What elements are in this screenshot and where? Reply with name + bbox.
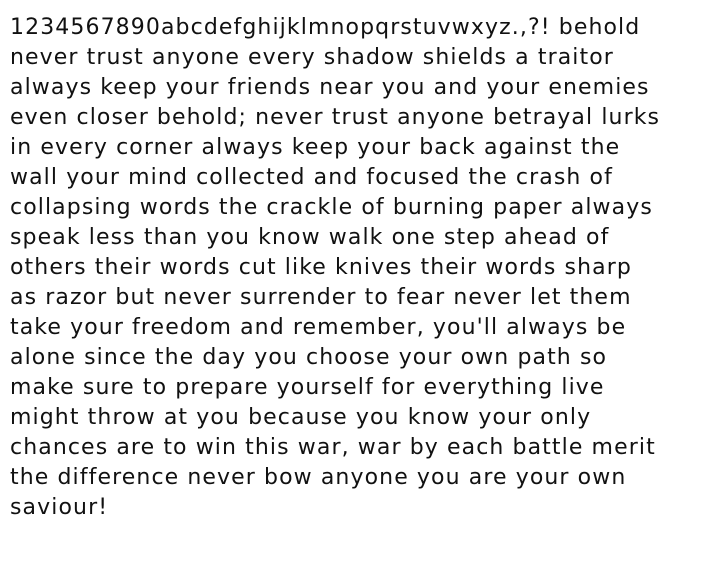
text-line: take your freedom and remember, you'll a…	[10, 315, 627, 340]
text-line: collapsing words the crackle of burning …	[10, 195, 653, 220]
text-line: always keep your friends near you and yo…	[10, 75, 650, 100]
text-line: 1234567890abcdefghijklmnopqrstuvwxyz.,?!…	[10, 15, 641, 40]
text-line: the difference never bow anyone you are …	[10, 465, 627, 490]
text-line: others their words cut like knives their…	[10, 255, 632, 280]
text-block: 1234567890abcdefghijklmnopqrstuvwxyz.,?!…	[10, 13, 722, 523]
text-line: alone since the day you choose your own …	[10, 345, 608, 370]
text-line: never trust anyone every shadow shields …	[10, 45, 614, 70]
text-line: saviour!	[10, 495, 109, 520]
text-line: even closer behold; never trust anyone b…	[10, 105, 661, 130]
text-line: in every corner always keep your back ag…	[10, 135, 621, 160]
text-line: as razor but never surrender to fear nev…	[10, 285, 632, 310]
text-line: speak less than you know walk one step a…	[10, 225, 610, 250]
text-line: might throw at you because you know your…	[10, 405, 592, 430]
text-line: make sure to prepare yourself for everyt…	[10, 375, 605, 400]
text-line: wall your mind collected and focused the…	[10, 165, 613, 190]
text-line: chances are to win this war, war by each…	[10, 435, 656, 460]
